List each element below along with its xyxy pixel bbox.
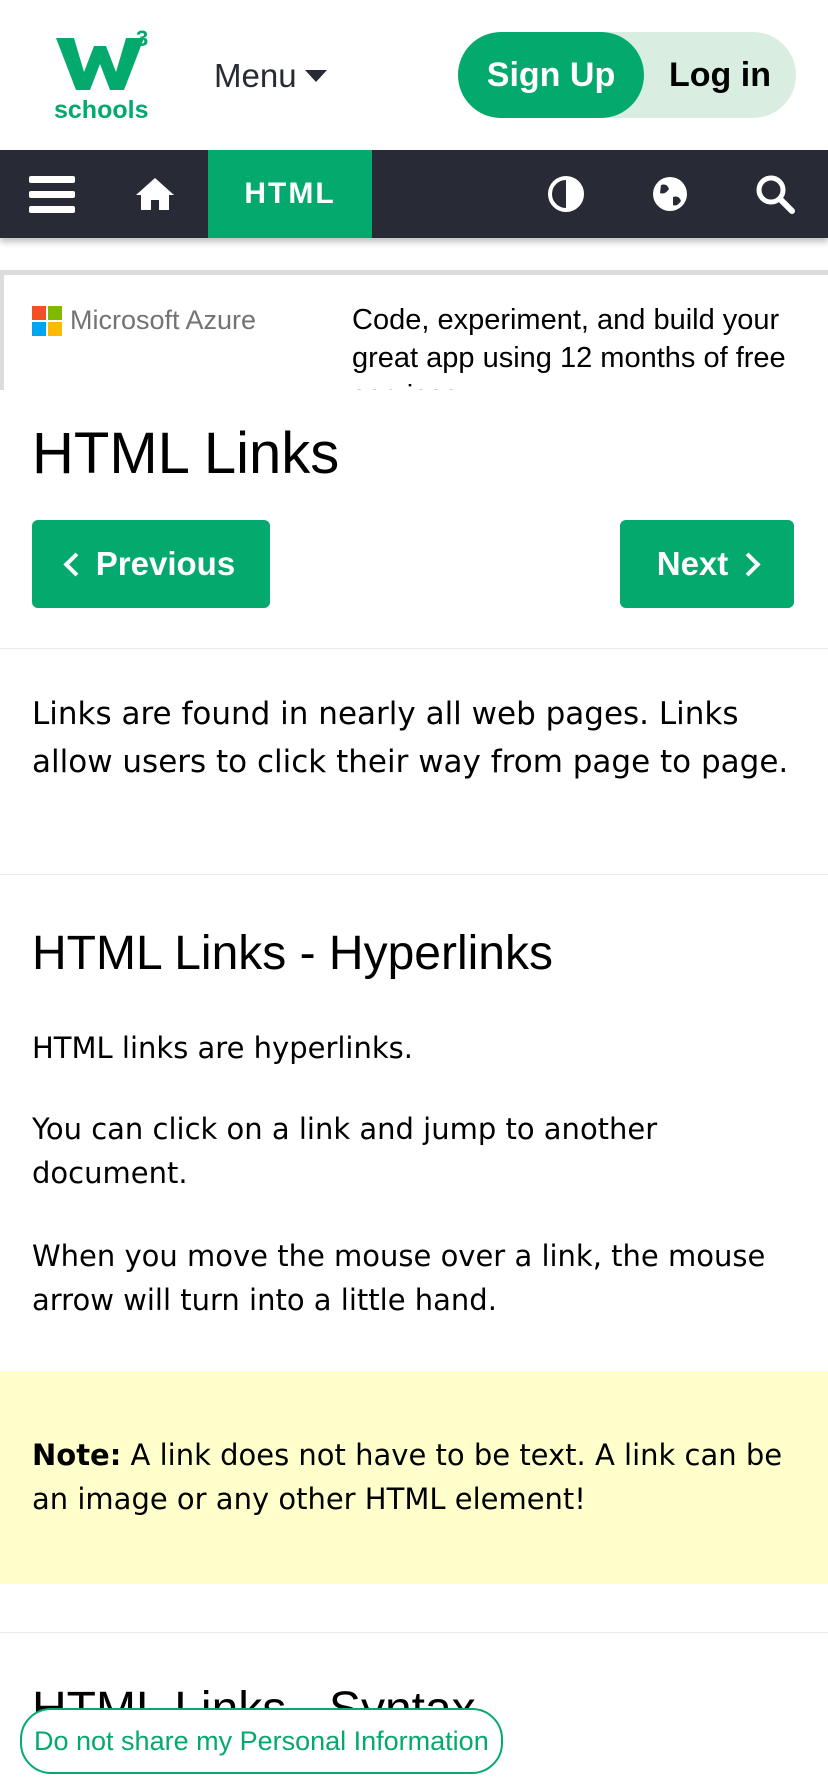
svg-text:3: 3 bbox=[136, 30, 148, 51]
caret-down-icon bbox=[304, 70, 327, 82]
previous-button[interactable]: Previous bbox=[32, 520, 270, 608]
note-label: Note: bbox=[32, 1438, 122, 1472]
ad-copy: Code, experiment, and build your great a… bbox=[352, 304, 786, 390]
intro-text: Links are found in nearly all web pages.… bbox=[32, 696, 789, 780]
log-in-button[interactable]: Log in bbox=[644, 32, 796, 118]
chevron-left-icon bbox=[63, 551, 88, 577]
note-text: Note: A link does not have to be text. A… bbox=[32, 1438, 783, 1516]
paragraph: HTML links are hyperlinks. bbox=[32, 1031, 413, 1065]
globe-icon[interactable] bbox=[648, 150, 692, 238]
ad-banner[interactable]: Microsoft Azure Code, experiment, and bu… bbox=[0, 270, 828, 390]
home-icon[interactable] bbox=[130, 150, 180, 238]
microsoft-azure-logo: Microsoft Azure bbox=[32, 305, 256, 336]
w3-logo-icon: 3 schools bbox=[54, 26, 148, 124]
section-heading-hyperlinks: HTML Links - Hyperlinks bbox=[32, 927, 553, 980]
paragraph: When you move the mouse over a link, the… bbox=[32, 1239, 766, 1317]
ad-brand: Microsoft Azure bbox=[70, 305, 257, 335]
next-button[interactable]: Next bbox=[620, 520, 794, 608]
w3schools-logo[interactable]: 3 schools bbox=[54, 26, 154, 125]
menu-label: Menu bbox=[214, 57, 297, 94]
svg-text:schools: schools bbox=[54, 96, 148, 124]
menu-button[interactable]: Menu bbox=[214, 54, 327, 98]
note-box: Note: A link does not have to be text. A… bbox=[0, 1371, 828, 1584]
top-header: 3 schools Menu Sign Up Log in bbox=[0, 0, 828, 150]
microsoft-logo-icon bbox=[32, 305, 62, 336]
divider bbox=[0, 874, 828, 875]
auth-buttons: Sign Up Log in bbox=[458, 32, 796, 118]
page-title: HTML Links bbox=[32, 421, 340, 486]
tab-html[interactable]: HTML bbox=[208, 150, 372, 238]
search-icon[interactable] bbox=[752, 150, 798, 238]
paragraph: You can click on a link and jump to anot… bbox=[32, 1112, 658, 1190]
sign-up-button[interactable]: Sign Up bbox=[458, 32, 644, 118]
do-not-share-button[interactable]: Do not share my Personal Information bbox=[20, 1708, 503, 1774]
divider bbox=[0, 648, 828, 649]
divider bbox=[0, 1632, 828, 1633]
chevron-right-icon bbox=[736, 551, 761, 577]
contrast-icon[interactable] bbox=[544, 150, 588, 238]
topic-navbar: HTML bbox=[0, 150, 828, 238]
hamburger-icon[interactable] bbox=[22, 150, 82, 238]
